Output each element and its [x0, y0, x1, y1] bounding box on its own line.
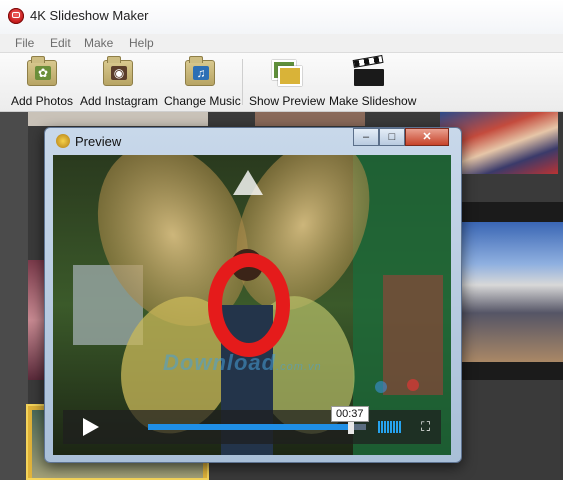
close-button[interactable]: ✕ [405, 128, 449, 146]
fullscreen-icon[interactable]: ⛶ [421, 420, 433, 433]
slide-thumbnail[interactable] [255, 112, 365, 126]
time-tooltip: 00:37 [331, 406, 369, 422]
maximize-button[interactable]: □ [379, 128, 405, 146]
play-icon[interactable] [83, 418, 99, 436]
watermark: Download.com.vn [163, 350, 322, 375]
make-slideshow-button[interactable]: Make Slideshow [329, 53, 416, 111]
toolbar-separator [242, 59, 243, 105]
volume-icon[interactable] [378, 421, 410, 433]
minimize-button[interactable]: – [353, 128, 379, 146]
menu-file[interactable]: File [15, 36, 34, 50]
add-photos-icon: ✿ [27, 56, 57, 86]
menu-bar: File Edit Make Help [0, 34, 563, 53]
video-frame: Download.com.vn 00:37 ⛶ [53, 155, 451, 455]
add-instagram-button[interactable]: ◉ Add Instagram [80, 53, 158, 111]
title-bar: 4K Slideshow Maker [0, 0, 563, 34]
toolbar: ✿ Add Photos ◉ Add Instagram ♫ Change Mu… [0, 53, 563, 112]
show-preview-button[interactable]: Show Preview [249, 53, 325, 111]
add-photos-button[interactable]: ✿ Add Photos [10, 53, 74, 111]
preview-window-icon [56, 134, 70, 148]
instagram-icon: ◉ [103, 56, 133, 86]
video-controls: 00:37 ⛶ [63, 406, 441, 444]
app-logo-icon [8, 8, 24, 24]
seek-bar-progress [148, 424, 351, 430]
menu-edit[interactable]: Edit [50, 36, 71, 50]
window-title: 4K Slideshow Maker [30, 8, 149, 23]
preview-dialog: Preview – □ ✕ Download.com.vn 00:37 ⛶ [44, 127, 462, 463]
slide-thumbnail[interactable] [460, 202, 563, 380]
workspace-left-strip [0, 112, 28, 480]
seek-thumb[interactable] [348, 420, 354, 434]
clapperboard-icon [352, 54, 384, 86]
menu-make[interactable]: Make [84, 36, 113, 50]
preview-title: Preview [75, 134, 122, 149]
change-music-button[interactable]: ♫ Change Music [164, 53, 241, 111]
seek-bar[interactable] [148, 424, 366, 430]
menu-help[interactable]: Help [129, 36, 154, 50]
slide-thumbnail[interactable] [28, 112, 208, 126]
show-preview-icon [270, 60, 302, 86]
music-note-icon: ♫ [185, 56, 215, 86]
